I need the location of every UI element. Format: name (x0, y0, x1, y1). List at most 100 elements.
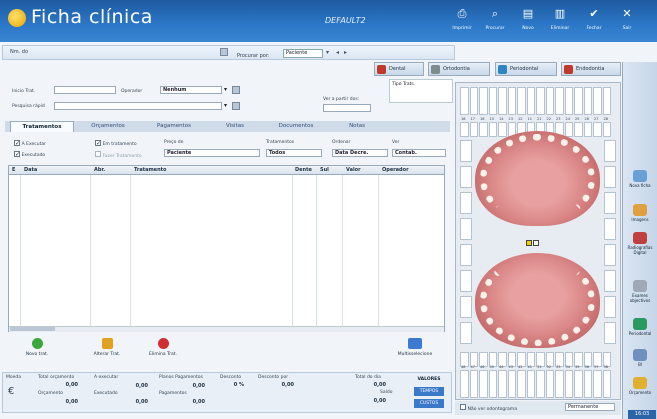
periodontal-button[interactable]: Periodontal (625, 318, 655, 336)
tooth-cell[interactable] (574, 87, 583, 115)
budget-button[interactable]: Orçamento (625, 377, 655, 395)
tooth-cell[interactable] (469, 122, 478, 137)
tooth-cell[interactable] (604, 244, 616, 266)
tooth-cell[interactable] (460, 192, 472, 214)
edit-treatment-button[interactable]: Alterar Trat. (89, 338, 125, 357)
tooth-cell[interactable] (604, 140, 616, 162)
do-treatment-checkbox[interactable]: Fazer Tratamento (95, 151, 142, 159)
column-header[interactable]: Tratamento (134, 167, 166, 173)
operator-lookup-button[interactable] (232, 86, 240, 94)
column-header[interactable]: Abr. (94, 167, 105, 173)
treatments-grid[interactable] (8, 165, 445, 332)
exit-button[interactable]: ✕ Sair (612, 4, 642, 38)
delete-treatment-button[interactable]: Elimina Trat. (145, 338, 181, 357)
tooth-cell[interactable] (469, 87, 478, 115)
tooth-cell[interactable] (602, 87, 611, 115)
xray-button[interactable]: Radiografias Digital (625, 232, 655, 255)
bi-button[interactable]: Bl (625, 349, 655, 367)
executed-checkbox[interactable]: Executado (14, 151, 45, 158)
tab-tratamentos[interactable]: Tratamentos (10, 121, 74, 132)
horizontal-scrollbar[interactable] (9, 326, 444, 332)
tooth-cell[interactable] (479, 122, 488, 137)
upper-teeth[interactable] (480, 134, 595, 224)
column-header[interactable]: Operador (382, 167, 409, 173)
tooth-cell[interactable] (479, 87, 488, 115)
tooth-cell[interactable] (583, 87, 592, 115)
tooth-cell[interactable] (555, 87, 564, 115)
tab-visitas[interactable]: Visitas (208, 121, 262, 132)
delete-button[interactable]: ▥ Eliminar (545, 4, 575, 38)
tooth-cell[interactable] (536, 87, 545, 115)
tooth-cell[interactable] (526, 87, 535, 115)
tooth-cell[interactable] (507, 87, 516, 115)
dentition-select[interactable]: Permanente (565, 403, 615, 411)
tooth-cell[interactable] (593, 370, 602, 398)
tab-pagamentos[interactable]: Pagamentos (142, 121, 206, 132)
column-header[interactable]: E (12, 167, 15, 173)
tooth-cell[interactable] (479, 370, 488, 398)
tooth-cell[interactable] (593, 87, 602, 115)
in-treatment-checkbox[interactable]: Em tratamento (95, 140, 137, 147)
tooth-cell[interactable] (517, 370, 526, 398)
times-button[interactable]: TEMPOS (414, 387, 444, 396)
tooth-cell[interactable] (488, 370, 497, 398)
exams-button[interactable]: Exames objectivos (625, 280, 655, 303)
new-record-button[interactable]: Nova ficha (625, 170, 655, 188)
tab-notas[interactable]: Notas (330, 121, 384, 132)
view-select[interactable]: Contab. (392, 149, 446, 157)
tooth-cell[interactable] (564, 87, 573, 115)
center-marker[interactable] (526, 240, 532, 246)
chevron-down-icon[interactable]: ▾ (224, 102, 227, 109)
column-header[interactable]: Sul (320, 167, 329, 173)
tooth-cell[interactable] (604, 192, 616, 214)
nav-next-icon[interactable]: ▸ (344, 49, 347, 56)
tooth-cell[interactable] (460, 218, 472, 240)
tooth-cell[interactable] (604, 270, 616, 292)
new-treatment-button[interactable]: Novo trat. (19, 338, 55, 357)
print-button[interactable]: ⎙ Imprimir (447, 4, 477, 38)
search-by-select[interactable]: Paciente (283, 49, 323, 58)
order-select[interactable]: Data Decre. (332, 149, 388, 157)
folder-icon[interactable] (220, 48, 228, 56)
lower-teeth[interactable] (480, 256, 595, 346)
tooth-cell[interactable] (604, 218, 616, 240)
scrollbar-thumb[interactable] (10, 327, 55, 331)
tooth-cell[interactable] (460, 296, 472, 318)
tooth-cell[interactable] (526, 370, 535, 398)
tooth-cell[interactable] (507, 370, 516, 398)
tooth-cell[interactable] (460, 87, 469, 115)
tooth-cell[interactable] (460, 166, 472, 188)
price-select[interactable]: Paciente (164, 149, 260, 157)
tooth-cell[interactable] (488, 87, 497, 115)
tab-documentos[interactable]: Documentos (264, 121, 328, 132)
column-header[interactable]: Valor (346, 167, 361, 173)
tooth-cell[interactable] (460, 140, 472, 162)
costs-button[interactable]: CUSTOS (414, 399, 444, 408)
column-header[interactable]: Data (24, 167, 37, 173)
tooth-cell[interactable] (564, 370, 573, 398)
tooth-cell[interactable] (602, 370, 611, 398)
treatments-select[interactable]: Todos (266, 149, 322, 157)
tooth-cell[interactable] (545, 370, 554, 398)
nav-prev-icon[interactable]: ◂ (336, 49, 339, 56)
tooth-cell[interactable] (536, 370, 545, 398)
tooth-cell[interactable] (593, 122, 602, 137)
operator-select[interactable]: Nenhum (160, 86, 222, 94)
tooth-cell[interactable] (498, 87, 507, 115)
tooth-cell[interactable] (498, 370, 507, 398)
multiselect-button[interactable]: Multisselecione (390, 338, 440, 357)
tab-endodontia[interactable]: Endodontia (561, 62, 621, 76)
tooth-cell[interactable] (604, 166, 616, 188)
tooth-cell[interactable] (574, 370, 583, 398)
images-button[interactable]: Imagens (625, 204, 655, 222)
center-marker-alt[interactable] (533, 240, 539, 246)
view-from-input[interactable] (323, 104, 371, 112)
values-button[interactable]: VALORES (414, 375, 444, 384)
tooth-cell[interactable] (564, 122, 573, 137)
tooth-cell[interactable] (604, 296, 616, 318)
column-header[interactable]: Dente (295, 167, 312, 173)
tooth-cell[interactable] (517, 87, 526, 115)
tooth-cell[interactable] (602, 122, 611, 137)
tooth-cell[interactable] (460, 122, 469, 137)
quick-search-input[interactable] (54, 102, 222, 110)
